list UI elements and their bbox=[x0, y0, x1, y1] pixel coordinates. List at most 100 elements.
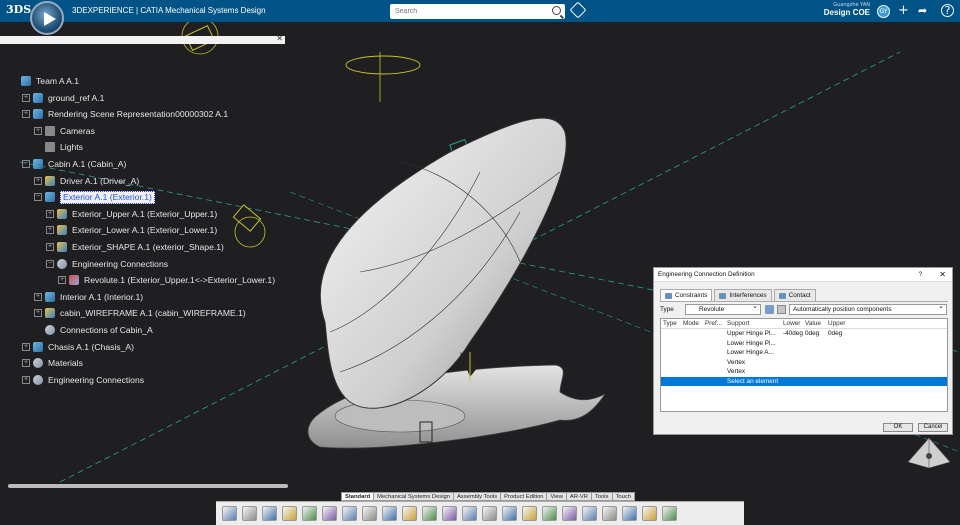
search-icon[interactable] bbox=[552, 6, 561, 15]
fit-all-icon[interactable] bbox=[362, 506, 377, 521]
tree-node[interactable]: − Engineering Connections bbox=[46, 257, 168, 271]
expander-icon[interactable]: + bbox=[22, 110, 30, 119]
tab-interferences[interactable]: Interferences bbox=[714, 289, 772, 301]
shading-icon[interactable] bbox=[482, 506, 497, 521]
tree-node[interactable]: Team A A.1 bbox=[10, 74, 79, 88]
tag-icon[interactable] bbox=[569, 1, 587, 19]
tree-node[interactable]: + Materials bbox=[22, 356, 83, 370]
lock-icon[interactable] bbox=[765, 305, 774, 314]
multi-view-icon[interactable] bbox=[462, 506, 477, 521]
paste-icon[interactable] bbox=[262, 506, 277, 521]
expander-icon[interactable]: + bbox=[46, 209, 54, 218]
tab-constraints[interactable]: Constraints bbox=[660, 289, 713, 301]
tab-mechanical-systems-design[interactable]: Mechanical Systems Design bbox=[373, 492, 454, 501]
copy-icon[interactable] bbox=[242, 506, 257, 521]
tree-node[interactable]: + Exterior_Upper A.1 (Exterior_Upper.1) bbox=[46, 207, 217, 221]
table-row[interactable]: Lower Hinge Pl... bbox=[661, 339, 947, 349]
undo-icon[interactable] bbox=[282, 506, 297, 521]
expander-icon[interactable]: + bbox=[46, 226, 54, 235]
tree-node[interactable]: − Exterior A.1 (Exterior.1) bbox=[34, 190, 155, 204]
search-box[interactable] bbox=[390, 4, 565, 19]
search-input[interactable] bbox=[390, 4, 545, 19]
tree-node[interactable]: + ground_ref A.1 bbox=[22, 91, 104, 105]
measure-icon[interactable] bbox=[582, 506, 597, 521]
compass-icon[interactable] bbox=[30, 1, 64, 35]
pan-icon[interactable] bbox=[382, 506, 397, 521]
explode-icon[interactable] bbox=[602, 506, 617, 521]
add-icon[interactable]: + bbox=[898, 3, 909, 18]
render-icon[interactable] bbox=[502, 506, 517, 521]
cancel-button[interactable]: Cancel bbox=[918, 423, 948, 432]
tab-product-edition[interactable]: Product Edition bbox=[500, 492, 548, 501]
tree-node[interactable]: + Revolute.1 (Exterior_Upper.1<->Exterior… bbox=[58, 273, 275, 287]
expander-icon[interactable]: + bbox=[22, 375, 30, 384]
tab-assembly-tools[interactable]: Assembly Tools bbox=[452, 492, 502, 501]
close-icon[interactable]: ✕ bbox=[276, 34, 283, 43]
expander-icon[interactable]: + bbox=[34, 309, 42, 318]
tree-node[interactable]: + Exterior_Lower A.1 (Exterior_Lower.1) bbox=[46, 223, 217, 237]
expander-icon[interactable]: + bbox=[58, 276, 66, 285]
tree-filter-bar[interactable]: ✕ bbox=[0, 34, 285, 44]
tab-view[interactable]: View bbox=[546, 492, 567, 501]
zoom-icon[interactable] bbox=[422, 506, 437, 521]
tree-node[interactable]: + Rendering Scene Representation00000302 … bbox=[22, 107, 228, 121]
cube-icon[interactable] bbox=[342, 506, 357, 521]
tab-ar-vr[interactable]: AR-VR bbox=[565, 492, 592, 501]
user-info[interactable]: Guangzhe YAN Design COE bbox=[820, 2, 870, 17]
tree-node[interactable]: Lights bbox=[34, 140, 83, 154]
type-select[interactable]: Revolute bbox=[685, 302, 761, 315]
ok-button[interactable]: OK bbox=[883, 423, 913, 432]
table-row[interactable]: Vertex bbox=[661, 358, 947, 368]
expander-icon[interactable]: + bbox=[34, 176, 42, 185]
table-row[interactable]: Vertex bbox=[661, 367, 947, 377]
tree-node[interactable]: + cabin_WIREFRAME A.1 (cabin_WIREFRAME.1) bbox=[34, 306, 246, 320]
expander-icon[interactable]: + bbox=[22, 93, 30, 102]
collab-space[interactable]: Design COE bbox=[820, 8, 870, 17]
cut-section-icon[interactable] bbox=[562, 506, 577, 521]
tree-node[interactable]: + Cameras bbox=[34, 124, 95, 138]
tree-node[interactable]: + Driver A.1 (Driver_A) bbox=[34, 174, 139, 188]
cut-icon[interactable] bbox=[222, 506, 237, 521]
close-icon[interactable]: ✕ bbox=[939, 268, 946, 282]
tab-touch[interactable]: Touch bbox=[611, 492, 635, 501]
position-mode-select[interactable]: Automatically position components bbox=[789, 302, 947, 315]
flip-icon[interactable] bbox=[777, 305, 786, 314]
help-icon[interactable]: ? bbox=[918, 268, 922, 282]
tree-node[interactable]: + Engineering Connections bbox=[22, 373, 144, 387]
table-body[interactable]: Upper Hinge Pl... -40deg 0deg 0deg Lower Hin… bbox=[661, 329, 947, 386]
tree-node[interactable]: + Exterior_SHAPE A.1 (exterior_Shape.1) bbox=[46, 240, 224, 254]
expander-icon[interactable]: − bbox=[46, 259, 54, 268]
compass-icon[interactable] bbox=[662, 506, 677, 521]
search-icon[interactable] bbox=[322, 506, 337, 521]
tree-node[interactable]: + Chasis A.1 (Chasis_A) bbox=[22, 340, 134, 354]
tab-tools[interactable]: Tools bbox=[590, 492, 613, 501]
tree-node[interactable]: Connections of Cabin_A bbox=[34, 323, 153, 337]
tree-scrollbar[interactable] bbox=[8, 484, 288, 488]
dialog-titlebar[interactable]: Engineering Connection Definition ? ✕ bbox=[654, 268, 952, 282]
table-row[interactable]: Lower Hinge A... bbox=[661, 348, 947, 358]
update-icon[interactable] bbox=[302, 506, 317, 521]
expander-icon[interactable]: + bbox=[22, 359, 30, 368]
expander-icon[interactable]: + bbox=[46, 243, 54, 251]
share-icon[interactable]: ➦ bbox=[918, 3, 927, 18]
view-cube-icon[interactable] bbox=[906, 436, 952, 470]
expander-icon[interactable]: + bbox=[22, 342, 30, 351]
expander-icon[interactable]: + bbox=[34, 126, 42, 135]
avatar[interactable]: GY bbox=[877, 5, 890, 18]
expander-icon[interactable]: − bbox=[34, 193, 42, 202]
tab-contact[interactable]: Contact bbox=[773, 289, 816, 301]
tab-standard[interactable]: Standard bbox=[341, 492, 375, 501]
expander-icon[interactable]: + bbox=[34, 292, 42, 301]
expander-icon[interactable]: − bbox=[22, 160, 30, 168]
sectioning-icon[interactable] bbox=[622, 506, 637, 521]
normal-view-icon[interactable] bbox=[442, 506, 457, 521]
tree-node[interactable]: + Interior A.1 (Interior.1) bbox=[34, 290, 143, 304]
table-row[interactable]: Upper Hinge Pl... -40deg 0deg 0deg bbox=[661, 329, 947, 339]
help-icon[interactable]: ? bbox=[941, 4, 954, 17]
table-row[interactable]: Select an element bbox=[661, 376, 947, 386]
tree-icon[interactable] bbox=[642, 506, 657, 521]
tree-node[interactable]: − Cabin A.1 (Cabin_A) bbox=[22, 157, 126, 171]
rotate-icon[interactable] bbox=[402, 506, 417, 521]
swap-icon[interactable] bbox=[542, 506, 557, 521]
hide-show-icon[interactable] bbox=[522, 506, 537, 521]
